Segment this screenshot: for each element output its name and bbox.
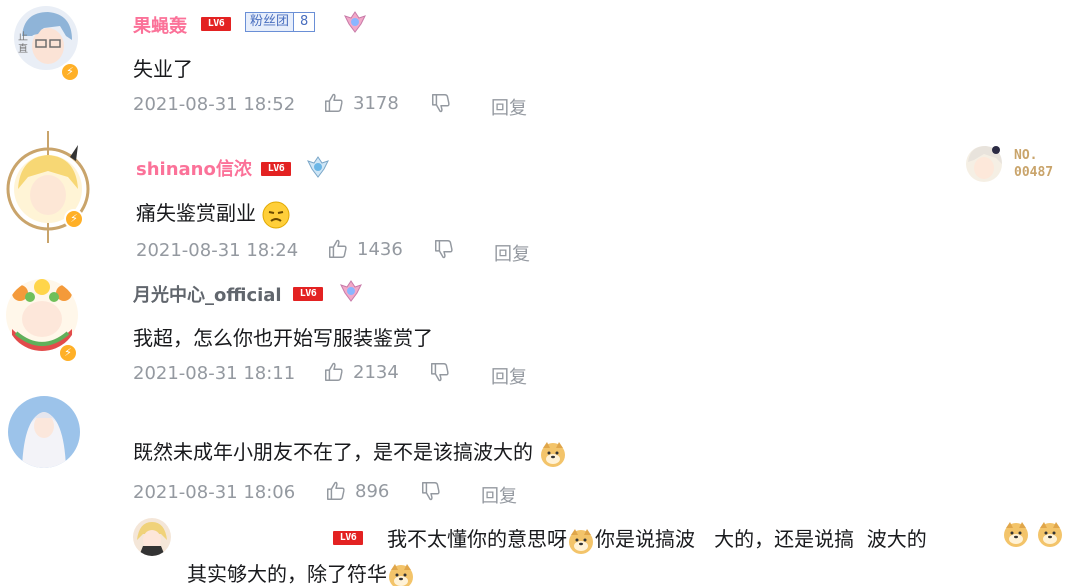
- comment-text-body: 痛失鉴赏副业: [136, 201, 256, 225]
- username[interactable]: shinano信浓: [136, 155, 252, 181]
- vip-bolt-icon: ⚡: [58, 343, 78, 363]
- avatar[interactable]: ⚡: [6, 279, 78, 363]
- avatar[interactable]: 止 直 ⚡: [14, 6, 80, 82]
- fans-medal-level: 8: [293, 13, 315, 31]
- vip-bolt-icon: ⚡: [64, 209, 84, 229]
- avatar[interactable]: ⚡: [4, 131, 92, 243]
- svg-text:直: 直: [18, 42, 28, 55]
- dislike-button[interactable]: [433, 238, 455, 260]
- level-badge: LV6: [333, 531, 363, 545]
- comment-text: 痛失鉴赏副业: [136, 197, 290, 229]
- sub-reply-text: 我不太懂你的意思呀 你是说搞波 大的，还是说搞 波大的: [387, 523, 927, 555]
- fans-medal[interactable]: 粉丝团 8: [245, 12, 316, 32]
- thumbs-down-icon: [431, 363, 449, 382]
- crystal-medal-icon: [306, 155, 330, 179]
- sub-reply-avatar[interactable]: [133, 518, 171, 556]
- like-button[interactable]: 1436: [327, 238, 403, 260]
- thumbs-up-icon: [329, 239, 347, 258]
- reply-button[interactable]: 回复: [494, 240, 530, 266]
- sub-reply-text-b: 你是说搞波 大的，还是说搞 波大的: [595, 527, 927, 551]
- like-button[interactable]: 896: [325, 480, 389, 502]
- annoyed-emoji-icon: [262, 201, 290, 228]
- comment-text: 失业了: [133, 57, 193, 81]
- reply-button[interactable]: 回复: [491, 94, 527, 120]
- thumbs-down-icon: [422, 482, 440, 501]
- like-count: 3178: [353, 92, 399, 114]
- level-badge: LV6: [261, 162, 291, 176]
- dislike-button[interactable]: [420, 480, 442, 502]
- thumbs-up-icon: [327, 481, 345, 500]
- card-number-value: 00487: [1014, 165, 1054, 180]
- svg-text:止: 止: [18, 31, 28, 43]
- doge-emoji-icon: [1038, 522, 1062, 547]
- fans-medal-label: 粉丝团: [246, 13, 294, 31]
- username[interactable]: 月光中心_official: [133, 281, 282, 307]
- comment-text: 既然未成年小朋友不在了，是不是该搞波大的: [133, 436, 567, 468]
- thumbs-up-icon: [325, 93, 343, 112]
- crystal-medal-icon: [339, 279, 363, 303]
- comment-item: ⚡ 月光中心_official LV6 我超，怎么你也开始写服装鉴赏了 2021…: [0, 265, 1066, 390]
- comment-time: 2021-08-31 18:52: [133, 94, 296, 115]
- reply-button[interactable]: 回复: [481, 482, 517, 508]
- dislike-button[interactable]: [430, 92, 452, 114]
- thumbs-down-icon: [435, 240, 453, 259]
- like-count: 2134: [353, 361, 399, 383]
- comment-time: 2021-08-31 18:11: [133, 363, 296, 384]
- vip-bolt-icon: ⚡: [60, 62, 80, 82]
- sub-reply-text-line2: 其实够大的，除了符华: [187, 558, 415, 586]
- comment-time: 2021-08-31 18:24: [136, 240, 299, 261]
- doge-emoji-icon: [569, 528, 593, 554]
- card-number-prefix: NO.: [1014, 148, 1038, 163]
- thumbs-down-icon: [432, 94, 450, 113]
- like-button[interactable]: 2134: [323, 361, 399, 383]
- like-button[interactable]: 3178: [323, 92, 399, 114]
- comment-text: 我超，怎么你也开始写服装鉴赏了: [133, 326, 433, 350]
- username[interactable]: 果蝇轰: [133, 12, 187, 38]
- like-count: 1436: [357, 238, 403, 260]
- card-number-badge[interactable]: NO. 00487: [962, 140, 1066, 188]
- comment-item: 止 直 ⚡ 果蝇轰 LV6 粉丝团 8 失业了 2021-08-31 18:52…: [0, 0, 1066, 125]
- reply-button[interactable]: 回复: [491, 363, 527, 389]
- avatar[interactable]: [8, 396, 80, 468]
- comment-text-body: 既然未成年小朋友不在了，是不是该搞波大的: [133, 440, 533, 464]
- thumbs-up-icon: [325, 362, 343, 381]
- doge-emoji-icon: [1004, 522, 1028, 547]
- paimon-card-icon: [966, 146, 1002, 182]
- doge-emoji-icon: [389, 563, 413, 586]
- comment-item: 既然未成年小朋友不在了，是不是该搞波大的 2021-08-31 18:06 89…: [0, 390, 1066, 586]
- level-badge: LV6: [293, 287, 323, 301]
- sub-reply-text-a: 我不太懂你的意思呀: [387, 527, 567, 551]
- like-count: 896: [355, 480, 390, 502]
- crystal-medal-icon: [343, 10, 367, 34]
- dislike-button[interactable]: [429, 361, 451, 383]
- level-badge: LV6: [201, 17, 231, 31]
- doge-emoji-icon: [541, 441, 566, 467]
- comment-time: 2021-08-31 18:06: [133, 482, 296, 503]
- sub-reply-text-c: 其实够大的，除了符华: [187, 562, 387, 586]
- comment-item: ⚡ shinano信浓 LV6 痛失鉴赏副业 2021-08-31 18:24 …: [0, 125, 1066, 265]
